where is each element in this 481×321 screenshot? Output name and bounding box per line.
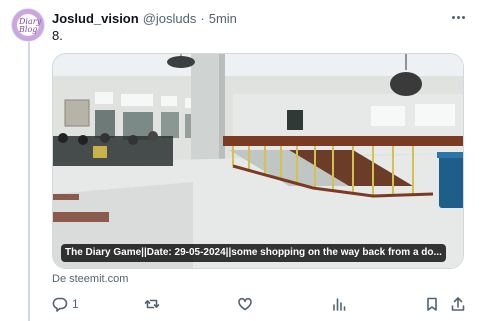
card-caption: The Diary Game||Date: 29-05-2024||some s… [61,244,446,262]
author-handle[interactable]: @josluds [143,11,197,26]
avatar[interactable]: Diary Blog [11,8,45,42]
card-image [53,54,463,268]
views-icon [333,298,346,311]
header-separator: · [200,10,205,26]
share-button[interactable] [450,295,466,313]
reply-button[interactable]: 1 [52,295,79,313]
retweet-icon [144,299,160,309]
views-button[interactable] [331,295,351,313]
reply-icon [52,297,68,312]
tweet-text: 8. [52,28,63,43]
author-display-name[interactable]: Joslud_vision [52,11,139,26]
more-options-icon[interactable] [449,9,467,25]
avatar-logo-text: Diary Blog [19,17,42,34]
bookmark-button[interactable] [424,295,440,313]
like-icon [238,297,252,311]
tweet-timestamp[interactable]: 5min [209,11,237,26]
retweet-button[interactable] [144,295,164,313]
card-source-link[interactable]: De steemit.com [52,273,128,285]
thread-connector-line [28,42,30,321]
tweet-header: Joslud_vision @josluds · 5min [52,10,237,26]
like-button[interactable] [237,295,257,313]
link-card[interactable]: The Diary Game||Date: 29-05-2024||some s… [52,53,464,269]
bookmark-icon [427,297,437,311]
reply-count: 1 [72,297,79,311]
share-icon [451,297,465,311]
tweet-actions-bar: 1 [52,295,472,313]
